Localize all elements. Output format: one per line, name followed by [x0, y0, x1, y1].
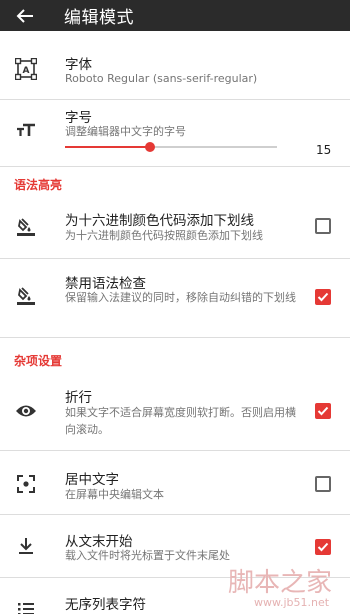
word-wrap-title: 折行	[65, 390, 92, 406]
svg-text:A: A	[23, 66, 30, 76]
list-bullet-icon	[13, 596, 39, 614]
center-text-subtitle: 在屏幕中央编辑文本	[65, 488, 164, 501]
center-focus-icon	[13, 471, 39, 497]
page-title: 编辑模式	[64, 8, 134, 28]
divider	[0, 166, 350, 167]
underline-hex-subtitle: 为十六进制颜色代码按照颜色添加下划线	[65, 229, 263, 242]
setting-font[interactable]	[0, 31, 350, 99]
section-syntax-header: 语法高亮	[14, 178, 63, 192]
underline-hex-checkbox[interactable]	[315, 218, 331, 234]
text-size-icon	[13, 117, 39, 143]
word-wrap-checkbox[interactable]	[315, 403, 331, 419]
eye-icon	[13, 398, 39, 424]
watermark-url: www.jb51.net	[254, 596, 330, 609]
check-icon	[317, 406, 329, 416]
disable-spellcheck-checkbox[interactable]	[315, 289, 331, 305]
start-from-end-checkbox[interactable]	[315, 539, 331, 555]
app-bar: 编辑模式	[0, 0, 350, 31]
arrow-back-icon	[16, 8, 33, 23]
disable-spellcheck-subtitle: 保留输入法建议的同时，移除自动纠错的下划线	[65, 291, 296, 304]
font-size-subtitle: 调整编辑器中文字的字号	[65, 125, 186, 138]
font-size-value: 15	[316, 143, 332, 157]
divider	[0, 337, 350, 338]
watermark-logo: 脚本之家	[228, 568, 333, 598]
setting-center-text[interactable]	[0, 451, 350, 514]
bullet-char-title: 无序列表字符	[65, 597, 146, 613]
section-misc-header: 杂项设置	[14, 354, 63, 368]
font-box-icon: A	[13, 56, 39, 82]
download-arrow-icon	[13, 533, 39, 559]
font-subtitle: Roboto Regular (sans-serif-regular)	[65, 72, 258, 85]
underline-hex-title: 为十六进制颜色代码添加下划线	[65, 213, 254, 229]
center-text-checkbox[interactable]	[315, 476, 331, 492]
back-button[interactable]	[0, 0, 50, 31]
word-wrap-subtitle: 如果文字不适合屏幕宽度则软打断。否则启用横向滚动。	[65, 406, 296, 436]
font-size-slider-fill	[65, 146, 150, 148]
center-text-title: 居中文字	[65, 472, 119, 488]
format-color-fill-icon	[13, 214, 39, 240]
font-size-slider-thumb[interactable]	[145, 142, 155, 152]
check-icon	[317, 542, 329, 552]
check-icon	[317, 292, 329, 302]
format-color-fill-icon	[13, 283, 39, 309]
